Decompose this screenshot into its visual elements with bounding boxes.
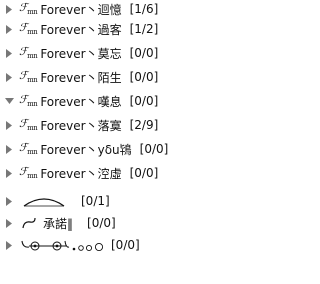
group-count: [0/0] [129,70,159,84]
group-row[interactable]: [0/1] [0,190,110,212]
triangle-right-icon[interactable] [3,42,15,64]
group-prefix-symbol: ℱmn [19,141,38,157]
triangle-right-icon[interactable] [3,18,15,40]
group-count: [1/2] [129,22,159,36]
triangle-right-icon[interactable] [3,162,15,184]
group-name: Forever丶莫忘 [40,46,122,61]
group-count: [1/6] [129,2,159,16]
triangle-down-icon[interactable] [3,90,15,112]
group-name: Forever丶過客 [40,22,122,37]
group-prefix-symbol: ℱmn [19,93,38,109]
triangle-right-icon[interactable] [3,234,15,256]
triangle-right-icon[interactable] [3,0,15,20]
group-row[interactable]: ℱmn Forever丶yδu鴇 [0/0] [0,138,168,160]
group-name: Forever丶嘆息 [40,94,122,109]
group-count: [0/0] [139,142,169,156]
triangle-right-icon[interactable] [3,212,15,234]
group-count: [0/0] [129,46,159,60]
beads-ornament-icon [21,238,105,252]
group-name: 承諾‖ [43,216,74,231]
group-count: [0/0] [129,166,159,180]
triangle-right-icon[interactable] [3,66,15,88]
group-row[interactable]: ℱmn Forever丶陌生 [0/0] [0,66,158,88]
group-prefix-symbol: ℱmn [19,165,38,181]
group-row[interactable]: 承諾‖ [0/0] [0,212,116,234]
group-prefix-symbol: ℱmn [19,1,38,17]
arc-ornament-icon [21,194,67,208]
triangle-right-icon[interactable] [3,114,15,136]
group-row[interactable]: [0/0] [0,234,140,256]
group-name: Forever丶落寞 [40,118,122,133]
group-row[interactable]: ℱmn Forever丶落寞 [2/9] [0,114,158,136]
group-count: [0/1] [81,194,110,208]
group-row[interactable]: ℱmn Forever丶涳虛 [0/0] [0,162,158,184]
triangle-right-icon[interactable] [3,138,15,160]
hook-ornament-icon [21,216,37,230]
group-name: Forever丶yδu鴇 [40,142,132,157]
group-prefix-symbol: ℱmn [19,117,38,133]
group-row[interactable]: ℱmn Forever丶迴憶 [1/6] [0,0,158,20]
group-name: Forever丶迴憶 [40,2,122,17]
group-prefix-symbol: ℱmn [19,45,38,61]
group-prefix-symbol: ℱmn [19,21,38,37]
group-row[interactable]: ℱmn Forever丶莫忘 [0/0] [0,42,158,64]
group-row[interactable]: ℱmn Forever丶嘆息 [0/0] [0,90,158,112]
group-name: Forever丶陌生 [40,70,122,85]
group-count: [0/0] [111,238,140,252]
group-prefix-symbol: ℱmn [19,69,38,85]
group-name: Forever丶涳虛 [40,166,122,181]
group-list: ℱmn Forever丶迴憶 [1/6] ℱmn Forever丶過客 [1/2… [0,0,249,284]
triangle-right-icon[interactable] [3,190,15,212]
group-count: [2/9] [129,118,159,132]
group-count: [0/0] [129,94,159,108]
group-row[interactable]: ℱmn Forever丶過客 [1/2] [0,18,158,40]
group-count: [0/0] [87,216,116,230]
